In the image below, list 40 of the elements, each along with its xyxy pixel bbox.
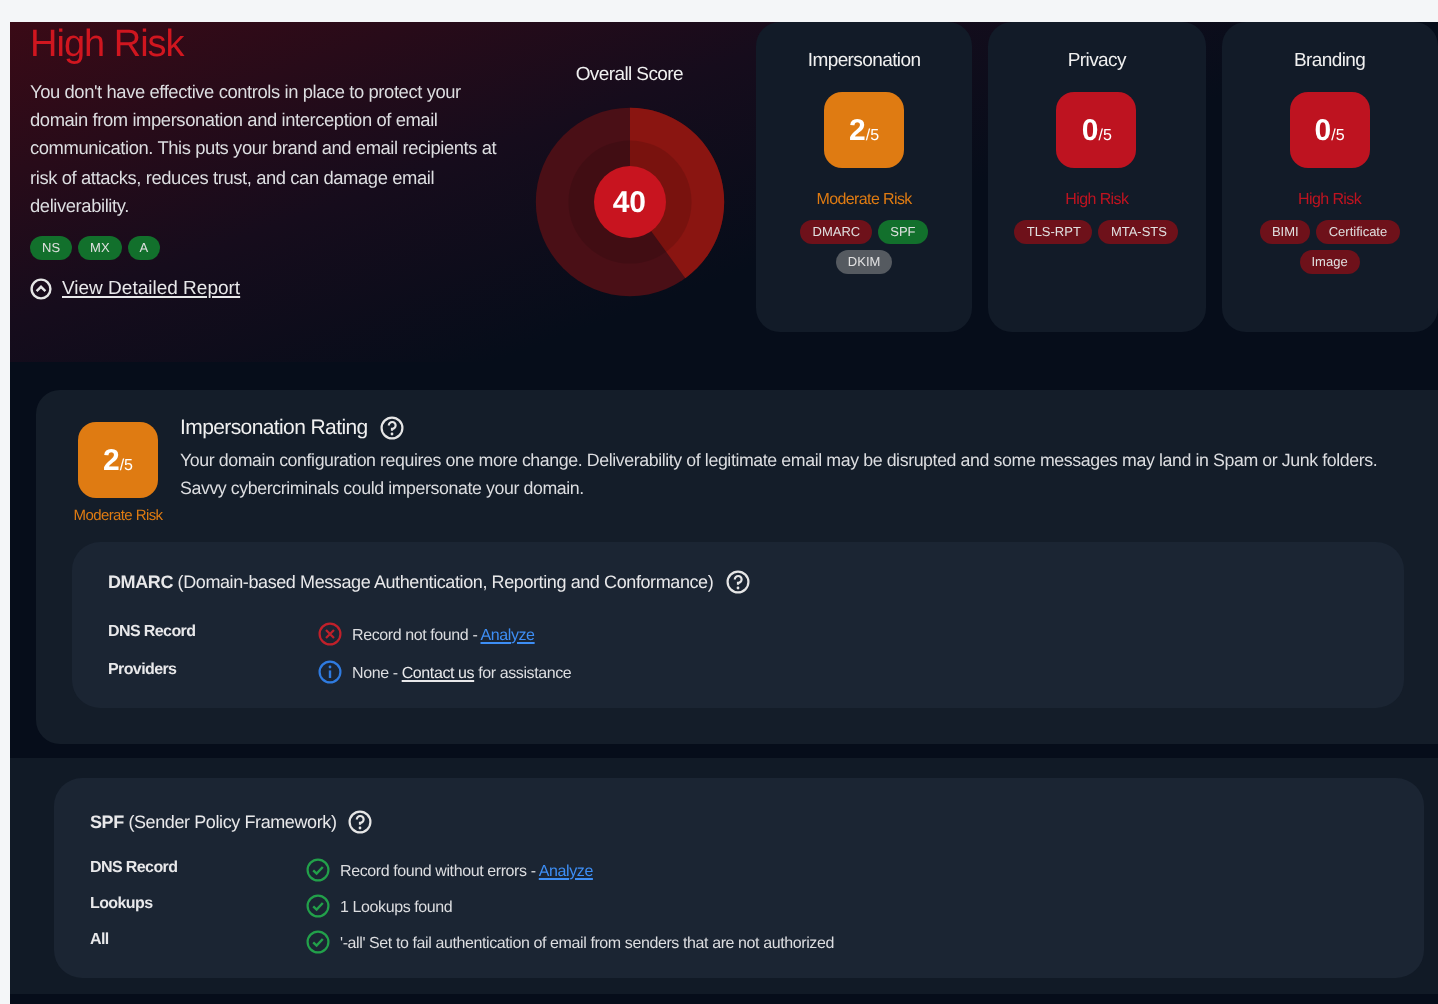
help-icon: [379, 416, 404, 440]
help-icon: [348, 810, 373, 834]
category-title: Impersonation: [807, 50, 921, 72]
check-icon: [306, 930, 330, 954]
report-link[interactable]: View Detailed Report: [62, 278, 241, 301]
row-label: All: [90, 930, 111, 952]
link[interactable]: Analyze: [538, 861, 593, 879]
error-icon: [318, 622, 342, 646]
rating-title: Impersonation Rating: [180, 416, 368, 440]
check-icon: [306, 894, 330, 918]
risk-label: Moderate Risk: [816, 190, 912, 208]
risk-title: High Risk: [30, 24, 187, 68]
status-text: None - Contact us for assistance: [352, 663, 572, 681]
check-title: SPF (Sender Policy Framework): [90, 812, 337, 832]
risk-label: High Risk: [1065, 190, 1129, 208]
status-text: '-all' Set to fail authentication of email from senders that are not authorized: [340, 933, 834, 951]
score-badge: 0/5: [1056, 92, 1137, 168]
status-text: Record found without errors - Analyze: [340, 861, 593, 879]
category-title: Privacy: [1067, 50, 1126, 72]
link[interactable]: Analyze: [480, 625, 535, 643]
help-icon: [725, 570, 750, 594]
collapse-icon: [30, 278, 52, 301]
risk-description: You don't have effective controls in place to protect your domain from impersonation and interception of email communication. This puts your brand and email recipients at risk of attacks, reduces trust, and can damage email deliverability.: [30, 80, 499, 220]
row-label: DNS Record: [108, 622, 198, 644]
link[interactable]: Contact us: [401, 663, 475, 681]
status-text: 1 Lookups found: [340, 897, 453, 915]
status-text: Record not found - Analyze: [352, 625, 535, 643]
risk-label: High Risk: [1298, 190, 1362, 208]
score-title: Overall Score: [575, 64, 683, 86]
info-icon: [318, 660, 342, 684]
score-badge: 2/5: [78, 422, 158, 498]
check-icon: [306, 858, 330, 882]
score-badge: 0/5: [1289, 92, 1370, 168]
category-title: Branding: [1293, 50, 1366, 72]
row-label: Providers: [108, 660, 179, 682]
check-title: DMARC (Domain-based Message Authentication, Reporting and Conformance): [108, 572, 714, 592]
row-label: DNS Record: [90, 858, 180, 880]
score-badge: 2/5: [824, 92, 905, 168]
rating-description: Your domain configuration requires one more change. Deliverability of legitimate email may be disrupted and some messages may land in Spam or Junk folders. Savvy cybercriminals could impersonate your domain.: [180, 448, 1380, 502]
row-label: Lookups: [90, 894, 155, 916]
